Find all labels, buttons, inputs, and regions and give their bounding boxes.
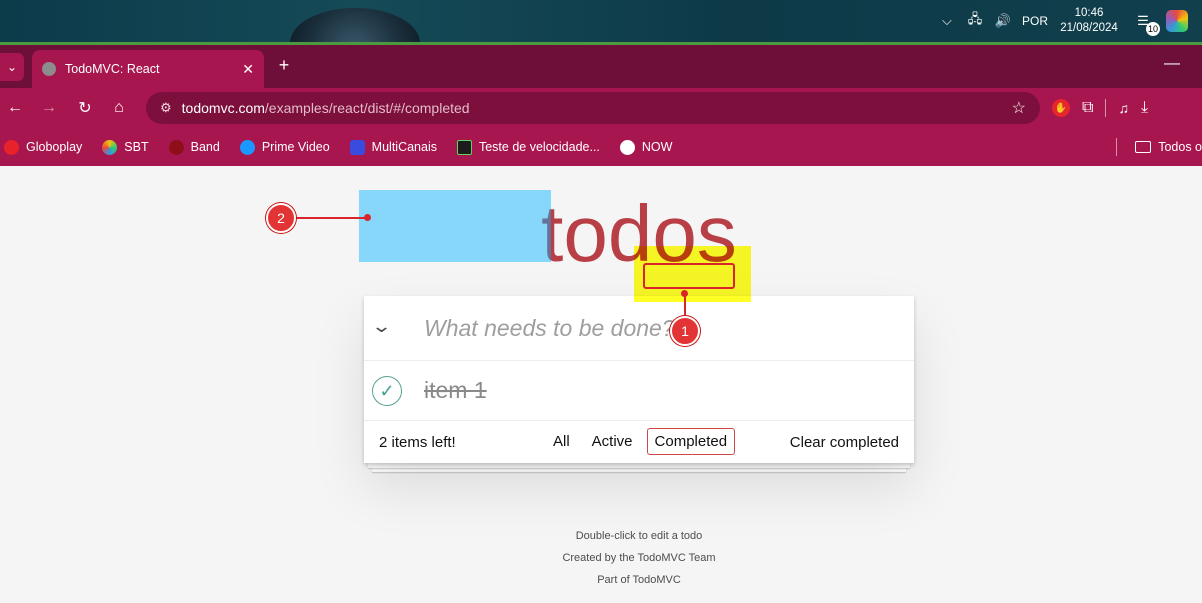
download-icon[interactable]: ⤓ bbox=[1141, 99, 1148, 117]
bookmarks-divider bbox=[1116, 138, 1118, 156]
app-title: todos bbox=[541, 189, 737, 278]
volume-icon[interactable]: 🔊 bbox=[994, 12, 1012, 30]
bookmark-sbt[interactable]: SBT bbox=[98, 139, 149, 155]
reload-button[interactable]: ↻ bbox=[70, 93, 100, 123]
info-credits: Created by the TodoMVC Team bbox=[562, 552, 716, 564]
clock-date: 21/08/2024 bbox=[1060, 22, 1118, 34]
forward-button[interactable]: → bbox=[34, 93, 64, 123]
bookmark-band[interactable]: Band bbox=[165, 139, 220, 155]
completed-filter-outline bbox=[643, 263, 735, 289]
sbt-icon bbox=[102, 139, 118, 155]
bookmark-label: Band bbox=[190, 140, 220, 154]
tab-title: TodoMVC: React bbox=[65, 62, 160, 76]
annotation-line-2 bbox=[296, 217, 368, 219]
home-button[interactable]: ⌂ bbox=[104, 93, 134, 123]
copilot-icon[interactable] bbox=[1166, 10, 1188, 32]
clock[interactable]: 10:46 21/08/2024 bbox=[1058, 6, 1120, 36]
minimize-button[interactable]: — bbox=[1164, 55, 1180, 73]
notifications-icon[interactable]: ☰ 10 bbox=[1130, 12, 1160, 36]
toolbar-divider bbox=[1105, 99, 1107, 117]
bookmark-now[interactable]: NOW bbox=[616, 139, 673, 155]
new-todo-input[interactable] bbox=[424, 310, 894, 346]
page-content: todos ⌄ ✓ item 1 2 items left! All Activ… bbox=[0, 166, 1202, 603]
bookmark-globoplay[interactable]: Globoplay bbox=[0, 139, 83, 155]
close-icon[interactable]: ✕ bbox=[242, 61, 254, 78]
desktop-taskbar: ⌵ 🖧 🔊 POR 10:46 21/08/2024 ☰ 10 bbox=[0, 0, 1202, 78]
items-left-count: 2 items left! bbox=[379, 434, 456, 451]
band-icon bbox=[168, 139, 184, 155]
address-bar[interactable]: ⚙ todomvc.com/examples/react/dist/#/comp… bbox=[146, 92, 1040, 124]
site-info-icon[interactable]: ⚙ bbox=[160, 100, 172, 116]
bookmark-label: Teste de velocidade... bbox=[478, 140, 600, 154]
browser-tabbar: ⌄ TodoMVC: React ✕ + — bbox=[0, 42, 1202, 88]
chevron-up-icon[interactable]: ⌵ bbox=[938, 12, 956, 30]
hand-extension-icon[interactable]: ✋ bbox=[1052, 99, 1070, 117]
annotation-marker-2: 2 bbox=[266, 203, 296, 233]
annotation-dot-1 bbox=[681, 290, 688, 297]
globe-icon bbox=[619, 139, 635, 155]
media-control-icon[interactable]: ♫ bbox=[1118, 100, 1129, 116]
info-footer: Double-click to edit a todo Created by t… bbox=[0, 525, 1202, 591]
new-todo-row: ⌄ bbox=[364, 296, 914, 361]
checkmark-icon[interactable]: ✓ bbox=[372, 376, 402, 406]
globe-icon bbox=[42, 62, 56, 76]
todo-app: ⌄ ✓ item 1 2 items left! All Active Comp… bbox=[364, 296, 914, 463]
bookmark-label: Globoplay bbox=[26, 140, 83, 154]
bookmark-label: MultiCanais bbox=[371, 140, 437, 154]
highlight-todo-item bbox=[359, 190, 551, 262]
bookmark-label: SBT bbox=[124, 140, 149, 154]
filter-all[interactable]: All bbox=[545, 428, 578, 455]
new-tab-button[interactable]: + bbox=[274, 55, 294, 76]
info-edit-hint: Double-click to edit a todo bbox=[575, 530, 703, 542]
url-path: /examples/react/dist/#/completed bbox=[264, 100, 470, 116]
tv-icon bbox=[349, 139, 365, 155]
system-tray: ⌵ 🖧 🔊 POR 10:46 21/08/2024 ☰ 10 bbox=[938, 0, 1188, 42]
clear-completed-button[interactable]: Clear completed bbox=[790, 434, 899, 451]
back-button[interactable]: ← bbox=[0, 93, 30, 123]
todo-footer: 2 items left! All Active Completed Clear… bbox=[364, 422, 914, 463]
todo-label[interactable]: item 1 bbox=[424, 377, 487, 404]
network-icon[interactable]: 🖧 bbox=[966, 11, 984, 30]
tab-search-icon[interactable]: ⌄ bbox=[0, 53, 24, 81]
annotation-dot-2 bbox=[364, 214, 371, 221]
language-indicator[interactable]: POR bbox=[1022, 14, 1048, 28]
filter-completed[interactable]: Completed bbox=[646, 428, 736, 455]
bookmark-label: NOW bbox=[641, 140, 673, 154]
bookmark-speedtest[interactable]: Teste de velocidade... bbox=[453, 139, 600, 155]
notification-count: 10 bbox=[1146, 22, 1160, 36]
filter-active[interactable]: Active bbox=[584, 428, 641, 455]
folder-icon bbox=[1135, 141, 1152, 153]
bookmarks-folder[interactable]: Todos o bbox=[1116, 128, 1202, 166]
tab-todomvc[interactable]: TodoMVC: React ✕ bbox=[32, 50, 264, 88]
clock-time: 10:46 bbox=[1074, 7, 1104, 19]
bookmark-multicanais[interactable]: MultiCanais bbox=[346, 139, 437, 155]
extensions-puzzle-icon[interactable]: ⧉ bbox=[1082, 99, 1093, 117]
bookmark-label: Prime Video bbox=[261, 140, 330, 154]
info-part-of: Part of TodoMVC bbox=[597, 574, 681, 586]
chevron-down-icon[interactable]: ⌄ bbox=[371, 316, 392, 337]
url-host: todomvc.com bbox=[181, 100, 265, 116]
annotation-marker-1: 1 bbox=[670, 316, 700, 346]
bookmarks-folder-label: Todos o bbox=[1158, 140, 1202, 154]
bookmarks-bar: Globoplay SBT Band Prime Video MultiCana… bbox=[0, 128, 1202, 166]
bookmark-star-icon[interactable]: ☆ bbox=[1012, 98, 1026, 118]
browser-toolbar: ← → ↻ ⌂ ⚙ todomvc.com/examples/react/dis… bbox=[0, 88, 1202, 128]
bookmark-prime-video[interactable]: Prime Video bbox=[236, 139, 330, 155]
toolbar-extensions: ✋ ⧉ ♫ ⤓ bbox=[1052, 88, 1148, 128]
globoplay-icon bbox=[4, 139, 19, 155]
speedtest-icon bbox=[456, 139, 472, 155]
prime-video-icon bbox=[239, 139, 255, 155]
todo-item[interactable]: ✓ item 1 bbox=[364, 362, 914, 421]
filters: All Active Completed bbox=[545, 428, 736, 455]
